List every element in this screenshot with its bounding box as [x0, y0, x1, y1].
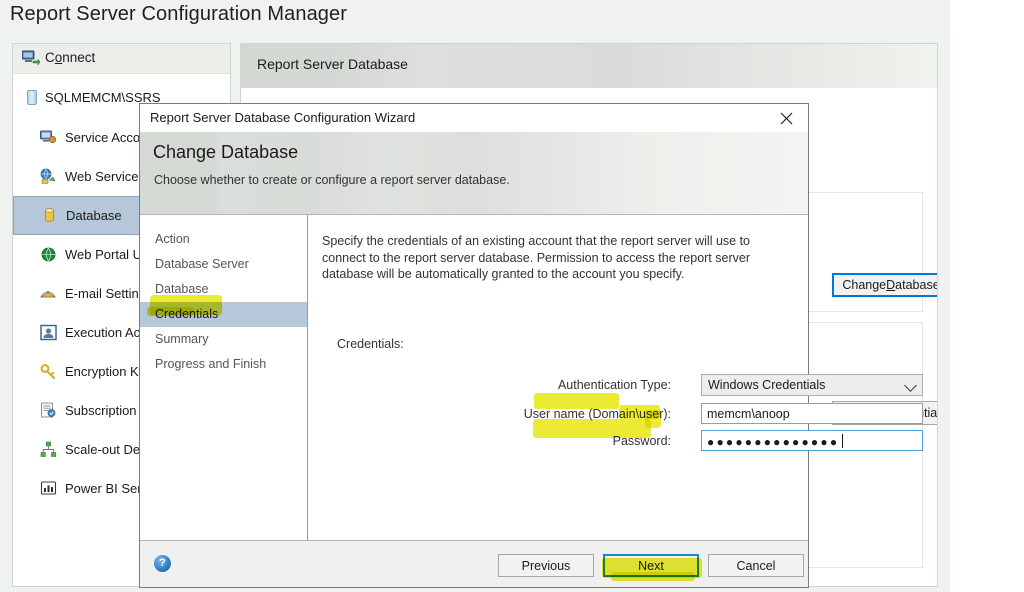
wizard-step-action[interactable]: Action — [140, 227, 307, 252]
connect-label: Connect — [45, 50, 96, 65]
wizard-step-database-server[interactable]: Database Server — [140, 252, 307, 277]
content-header-title: Report Server Database — [257, 56, 408, 72]
next-button[interactable]: Next — [603, 554, 699, 577]
password-label: Password: — [612, 434, 671, 448]
username-input[interactable]: memcm\anoop — [701, 403, 923, 424]
wizard-banner: Change Database Choose whether to create… — [140, 132, 808, 214]
cancel-button[interactable]: Cancel — [708, 554, 804, 577]
username-label: User name (Domain\user): — [523, 407, 671, 421]
wizard-step-list: Action Database Server Database Credenti… — [140, 215, 308, 540]
wizard-subheading: Choose whether to create or configure a … — [154, 173, 510, 187]
web-portal-url-icon — [40, 246, 57, 263]
execution-account-icon — [40, 324, 57, 341]
wizard-step-summary[interactable]: Summary — [140, 327, 307, 352]
change-database-button[interactable]: Change Database — [832, 273, 937, 297]
background-window[interactable]: e (G:) SQL201... — [941, 0, 1024, 592]
help-icon[interactable]: ? — [154, 555, 171, 572]
wizard-titlebar: Report Server Database Configuration Wiz… — [140, 104, 808, 132]
wizard-content-pane: Specify the credentials of an existing a… — [309, 215, 923, 540]
database-icon — [41, 207, 58, 224]
wizard-step-credentials[interactable]: Credentials — [140, 302, 307, 327]
wizard-intro-text: Specify the credentials of an existing a… — [322, 234, 751, 281]
screen-root: e (G:) SQL201... Report Server Configura… — [0, 0, 1024, 592]
subscription-settings-icon — [40, 402, 57, 419]
authentication-type-row: Authentication Type: — [322, 375, 671, 397]
wizard-step-database[interactable]: Database — [140, 277, 307, 302]
encryption-keys-icon — [40, 363, 57, 380]
connect-toolbar[interactable]: Connect — [13, 44, 230, 74]
content-header: Report Server Database — [241, 44, 937, 88]
email-settings-icon — [40, 285, 57, 302]
credentials-section-label: Credentials: — [337, 337, 404, 351]
wizard-footer: ? Previous Next Cancel — [140, 541, 808, 587]
previous-button[interactable]: Previous — [498, 554, 594, 577]
text-caret — [842, 434, 843, 448]
authentication-type-value: Windows Credentials — [708, 378, 826, 392]
authentication-type-label: Authentication Type: — [557, 378, 671, 392]
report-server-database-configuration-wizard: Report Server Database Configuration Wiz… — [139, 103, 923, 588]
server-icon — [27, 90, 37, 105]
power-bi-service-icon — [40, 480, 57, 497]
close-icon[interactable] — [764, 104, 808, 132]
scale-out-deployment-icon — [40, 441, 57, 458]
page-title: Report Server Configuration Manager — [10, 3, 348, 25]
username-value: memcm\anoop — [707, 407, 790, 421]
wizard-main: Action Database Server Database Credenti… — [140, 214, 923, 541]
wizard-title: Report Server Database Configuration Wiz… — [150, 110, 416, 125]
sidebar-item-label: Database — [66, 208, 122, 223]
password-input[interactable]: ●●●●●●●●●●●●●● — [701, 430, 923, 451]
service-account-icon — [40, 129, 57, 146]
wizard-heading: Change Database — [153, 142, 299, 162]
wizard-step-progress-and-finish[interactable]: Progress and Finish — [140, 352, 307, 377]
chevron-down-icon — [904, 379, 917, 392]
web-service-url-icon — [40, 168, 57, 185]
username-row: User name (Domain\user): — [322, 404, 671, 426]
app-titlebar: Report Server Configuration Manager — [0, 0, 950, 32]
password-value: ●●●●●●●●●●●●●● — [707, 435, 840, 449]
authentication-type-select[interactable]: Windows Credentials — [701, 374, 923, 396]
password-row: Password: — [322, 431, 671, 453]
connect-server-icon — [22, 50, 40, 66]
